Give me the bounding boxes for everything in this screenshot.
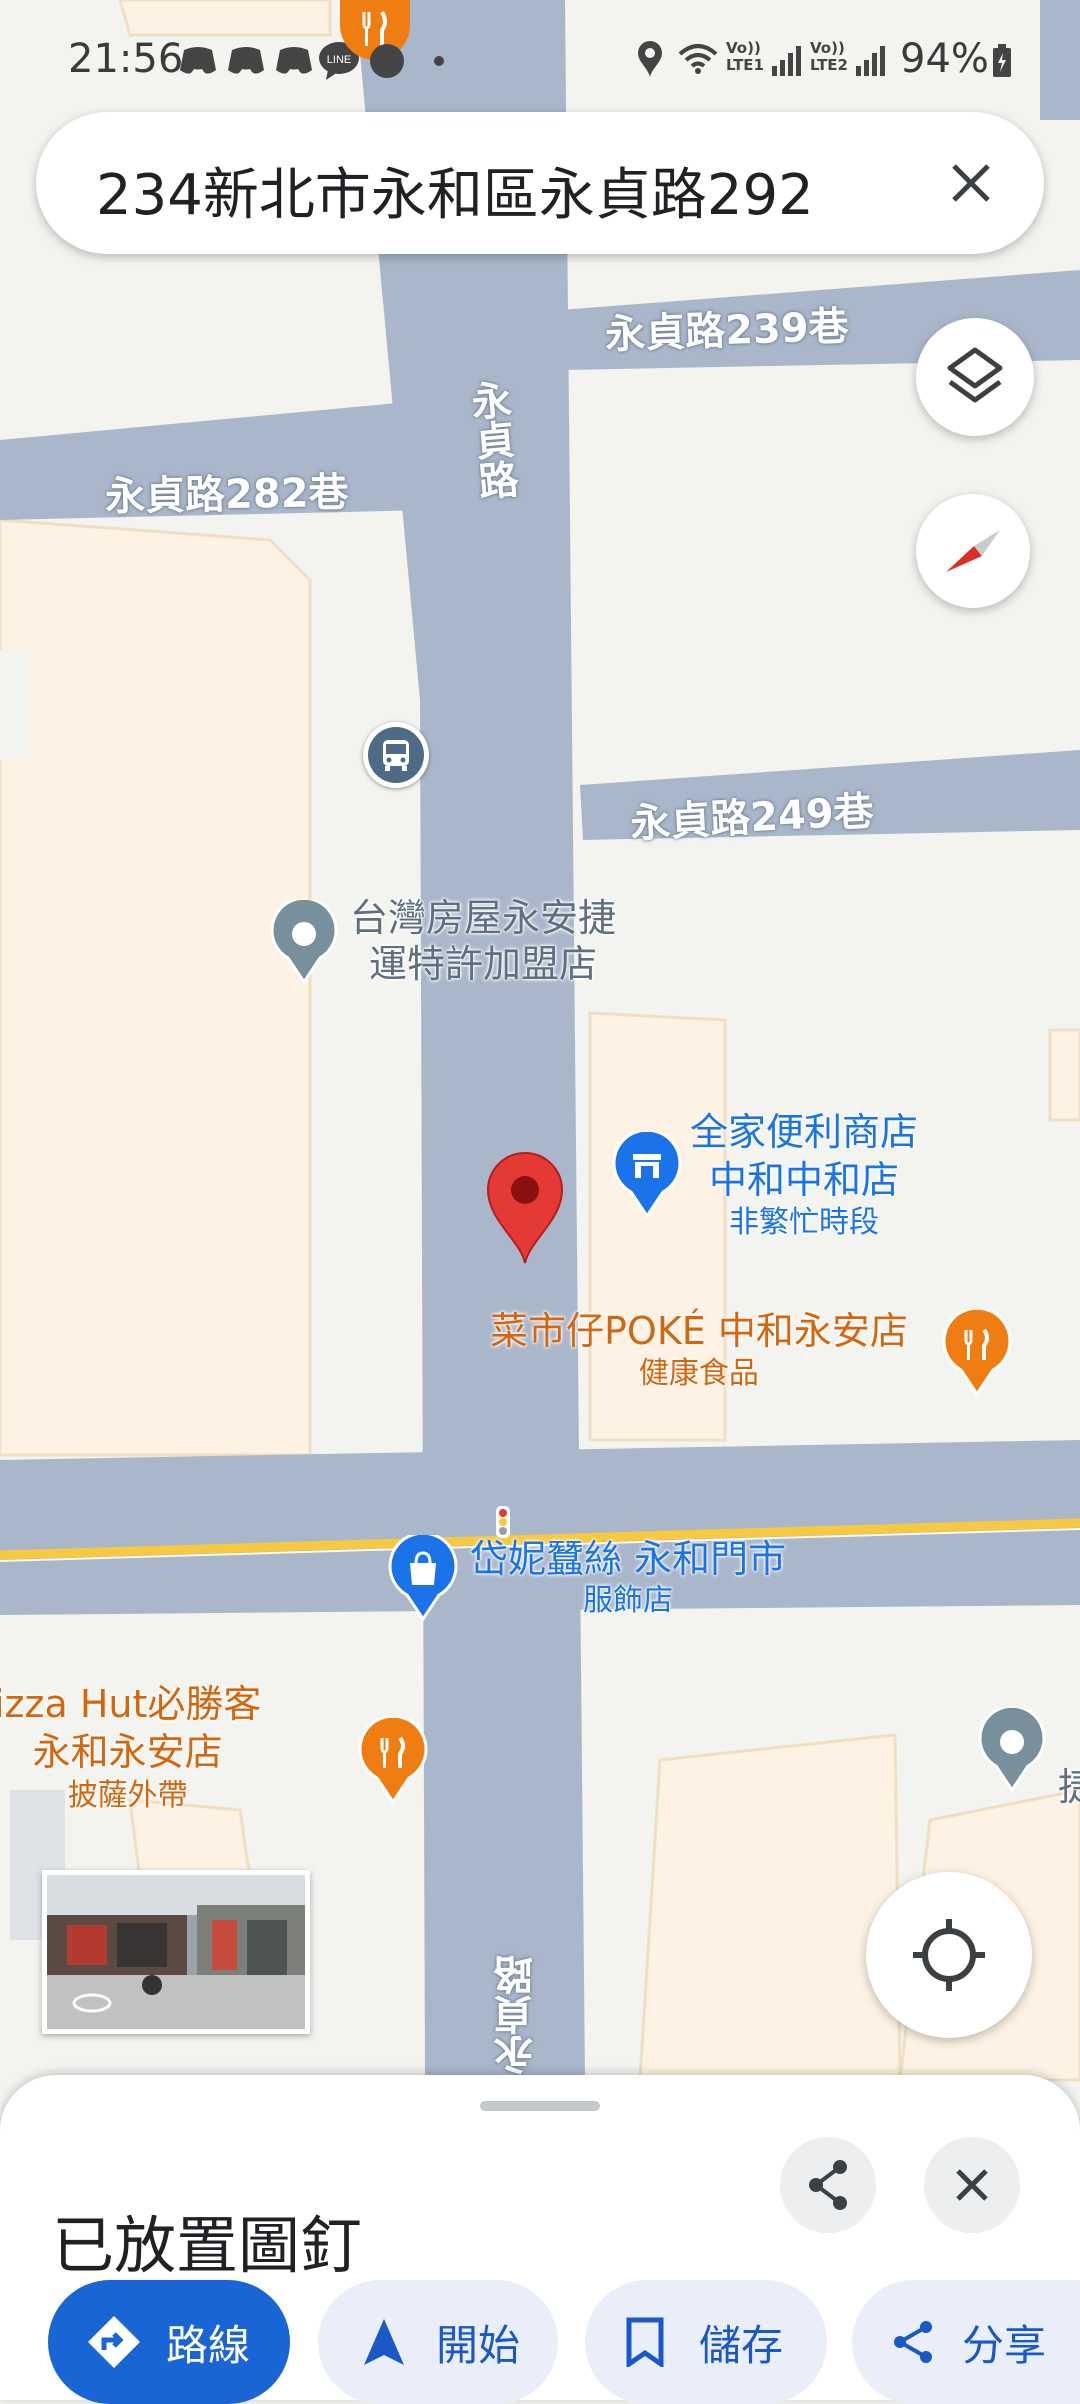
- compass-icon: [946, 530, 1000, 572]
- poi-label-realty-line2: 運特許加盟店: [369, 942, 598, 986]
- poi-label-pizza-sub: 披薩外帶: [67, 1778, 188, 1813]
- navigation-arrow-icon: [364, 2319, 404, 2365]
- rotate-360-icon: [72, 1993, 112, 2013]
- store-icon[interactable]: [612, 1132, 682, 1218]
- poi-label-pizza-line1: izza Hut必勝客: [0, 1682, 262, 1726]
- sheet-title: 已放置圖釘: [52, 2209, 363, 2282]
- close-icon[interactable]: [946, 158, 996, 208]
- poi-label-shop: 岱妮蠶絲 永和門市 服飾店: [470, 1536, 786, 1620]
- layers-button[interactable]: [916, 318, 1034, 436]
- shopping-bag-icon[interactable]: [388, 1535, 458, 1621]
- poi-label-realty-line1: 台灣房屋永安捷: [350, 896, 617, 940]
- restaurant-icon[interactable]: [942, 1310, 1012, 1396]
- bookmark-icon: [626, 2317, 664, 2367]
- battery-icon: [993, 44, 1011, 77]
- poi-label-familymart: 全家便利商店 中和中和店 非繁忙時段: [690, 1108, 918, 1242]
- search-input[interactable]: 234新北市永和區永貞路292: [96, 150, 814, 231]
- poi-label-familymart-sub: 非繁忙時段: [729, 1205, 879, 1240]
- street-view-thumbnail[interactable]: [42, 1870, 310, 2034]
- road-label-lane-239: 永貞路239巷: [604, 303, 850, 359]
- directions-button[interactable]: 路線: [48, 2280, 290, 2404]
- road-label-bottom-road: 永貞路: [494, 1955, 540, 2075]
- share-icon: [894, 2321, 932, 2363]
- poi-label-pizza: izza Hut必勝客 永和永安店 披薩外帶: [0, 1680, 261, 1816]
- compass-button[interactable]: [916, 494, 1030, 608]
- directions-label: 路線: [166, 2320, 251, 2370]
- drag-handle[interactable]: [480, 2101, 600, 2111]
- save-label: 儲存: [699, 2320, 784, 2370]
- avatar: [370, 44, 404, 78]
- poi-label-familymart-line1: 全家便利商店: [690, 1110, 919, 1154]
- poi-label-poke: 菜市仔POKÉ 中和永安店 健康食品: [490, 1308, 908, 1394]
- notification-dot: [434, 56, 444, 66]
- poi-label-shop-sub: 服飾店: [583, 1583, 674, 1618]
- close-sheet-button[interactable]: [924, 2137, 1020, 2233]
- share-button[interactable]: [780, 2137, 876, 2233]
- share-icon: [809, 2160, 847, 2210]
- poi-label-realty: 台灣房屋永安捷 運特許加盟店: [350, 895, 616, 987]
- share-label: 分享: [962, 2320, 1047, 2370]
- my-location-icon: [913, 1919, 985, 1991]
- bus-icon: [368, 727, 424, 783]
- save-button[interactable]: 儲存: [585, 2280, 827, 2404]
- poi-label-edge: 捷: [1058, 1765, 1080, 1809]
- status-time: 21:56: [68, 36, 184, 82]
- poi-marker-edge[interactable]: [978, 1708, 1046, 1792]
- discord-icon: [180, 47, 312, 74]
- poi-marker-realty[interactable]: [270, 900, 338, 984]
- poi-label-pizza-line2: 永和永安店: [32, 1730, 223, 1774]
- bus-stop-marker[interactable]: [363, 722, 429, 788]
- poi-label-familymart-line2: 中和中和店: [709, 1158, 900, 1202]
- start-label: 開始: [436, 2320, 521, 2370]
- status-bar: 21:56 LINE Vo)) LTE1 Vo)) LTE2 94%: [0, 0, 1080, 110]
- directions-icon: [88, 2316, 140, 2368]
- share-chip-button[interactable]: 分享: [852, 2280, 1080, 2404]
- lte2-label: LTE2: [810, 56, 848, 74]
- volte-label: Vo)): [726, 39, 761, 57]
- poi-label-poke-name: 菜市仔POKÉ 中和永安店: [490, 1309, 908, 1353]
- poi-label-poke-sub: 健康食品: [638, 1356, 759, 1391]
- road-label-lane-282: 永貞路282巷: [104, 469, 349, 521]
- start-button[interactable]: 開始: [318, 2280, 558, 2404]
- search-bar[interactable]: 234新北市永和區永貞路292: [36, 112, 1044, 254]
- restaurant-icon[interactable]: [358, 1718, 428, 1804]
- lte1-label: LTE1: [726, 56, 764, 74]
- close-icon: [956, 2169, 988, 2201]
- road-label-main-road: 永貞路: [462, 378, 520, 502]
- volte-lte1: Vo)) LTE1: [726, 40, 764, 74]
- layers-icon: [947, 347, 1003, 403]
- pin-icon[interactable]: [484, 1150, 566, 1265]
- volte-label: Vo)): [810, 39, 845, 57]
- volte-lte2: Vo)) LTE2: [810, 40, 848, 74]
- battery-percent: 94%: [900, 36, 989, 82]
- traffic-light-icon: [496, 1506, 510, 1538]
- signal-icon: [856, 46, 885, 76]
- location-icon: [638, 41, 662, 77]
- wifi-icon: [678, 44, 718, 74]
- poi-label-shop-name: 岱妮蠶絲 永和門市: [470, 1537, 787, 1581]
- signal-icon: [772, 46, 801, 76]
- my-location-button[interactable]: [866, 1872, 1032, 2038]
